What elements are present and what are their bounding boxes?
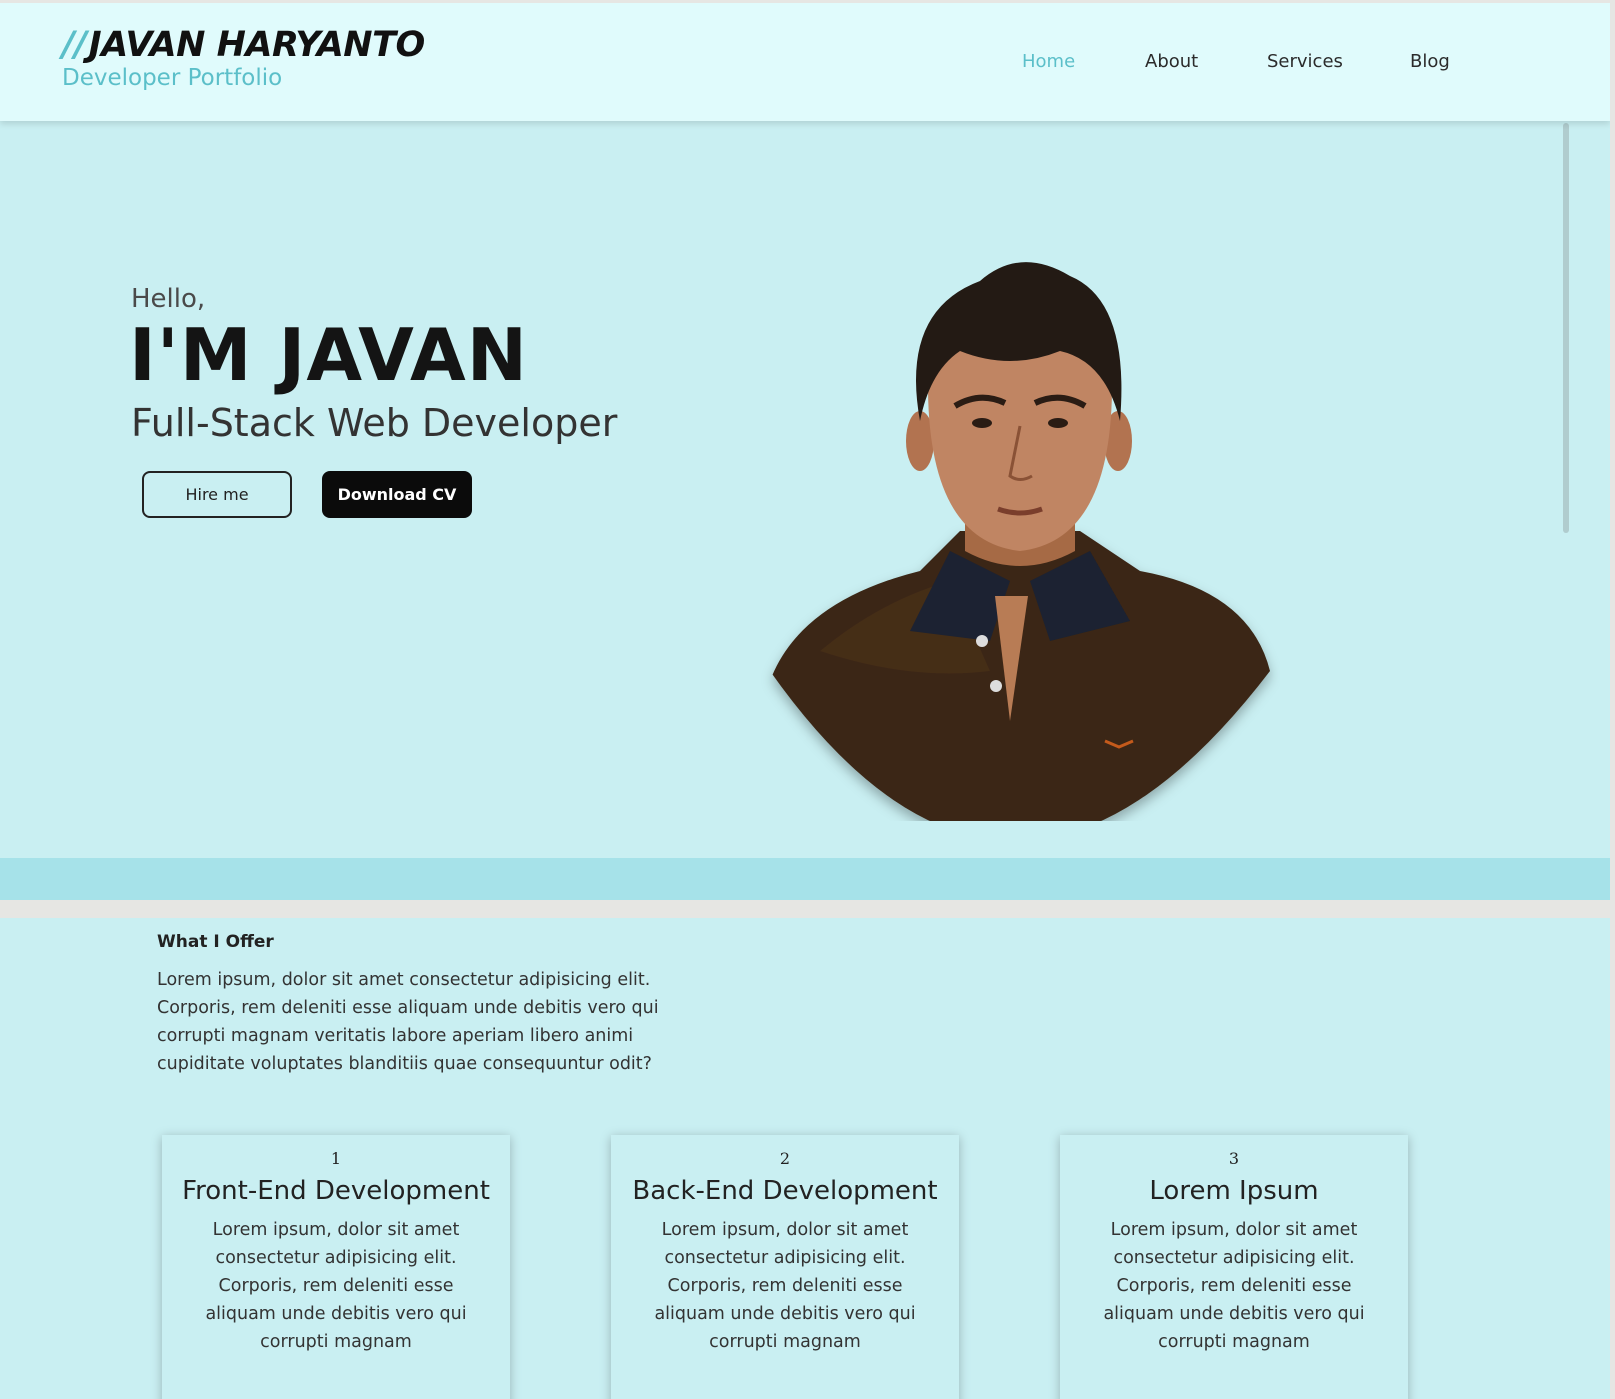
service-card: 1 Front-End Development Lorem ipsum, dol…: [162, 1135, 510, 1399]
download-cv-button[interactable]: Download CV: [322, 471, 472, 518]
nav-blog[interactable]: Blog: [1410, 47, 1450, 77]
services-intro: Lorem ipsum, dolor sit amet consectetur …: [157, 970, 659, 1074]
service-card: 2 Back-End Development Lorem ipsum, dolo…: [611, 1135, 959, 1399]
profile-photo: [770, 262, 1270, 821]
hero-role: Full-Stack Web Developer: [131, 401, 618, 445]
nav-about[interactable]: About: [1145, 47, 1198, 77]
site-header: //JAVAN HARYANTO Developer Portfolio Hom…: [0, 3, 1610, 121]
card-title: Back-End Development: [632, 1176, 938, 1206]
main-nav: Home About Services Blog: [0, 47, 1610, 77]
card-title: Front-End Development: [182, 1176, 490, 1206]
card-number: 2: [779, 1149, 791, 1168]
hero-greeting: Hello,: [131, 284, 206, 314]
services-label: What I Offer: [157, 932, 274, 952]
card-text: Lorem ipsum, dolor sit amet consectetur …: [1103, 1220, 1365, 1352]
card-title: Lorem Ipsum: [1149, 1176, 1319, 1206]
services-section: What I Offer Lorem ipsum, dolor sit amet…: [0, 918, 1610, 1399]
card-text: Lorem ipsum, dolor sit amet consectetur …: [654, 1220, 916, 1352]
card-text: Lorem ipsum, dolor sit amet consectetur …: [205, 1220, 467, 1352]
nav-home[interactable]: Home: [1022, 47, 1075, 77]
card-number: 1: [330, 1149, 342, 1168]
service-card: 3 Lorem Ipsum Lorem ipsum, dolor sit ame…: [1060, 1135, 1408, 1399]
hero-section: Hello, I'M JAVAN Full-Stack Web Develope…: [0, 121, 1610, 858]
hero-name: I'M JAVAN: [129, 313, 528, 397]
card-number: 3: [1228, 1149, 1240, 1168]
hero-bottom-strip: [0, 858, 1610, 900]
scrollbar[interactable]: [1563, 123, 1569, 533]
hire-me-button[interactable]: Hire me: [142, 471, 292, 518]
page: //JAVAN HARYANTO Developer Portfolio Hom…: [0, 3, 1610, 1399]
nav-services[interactable]: Services: [1267, 47, 1343, 77]
